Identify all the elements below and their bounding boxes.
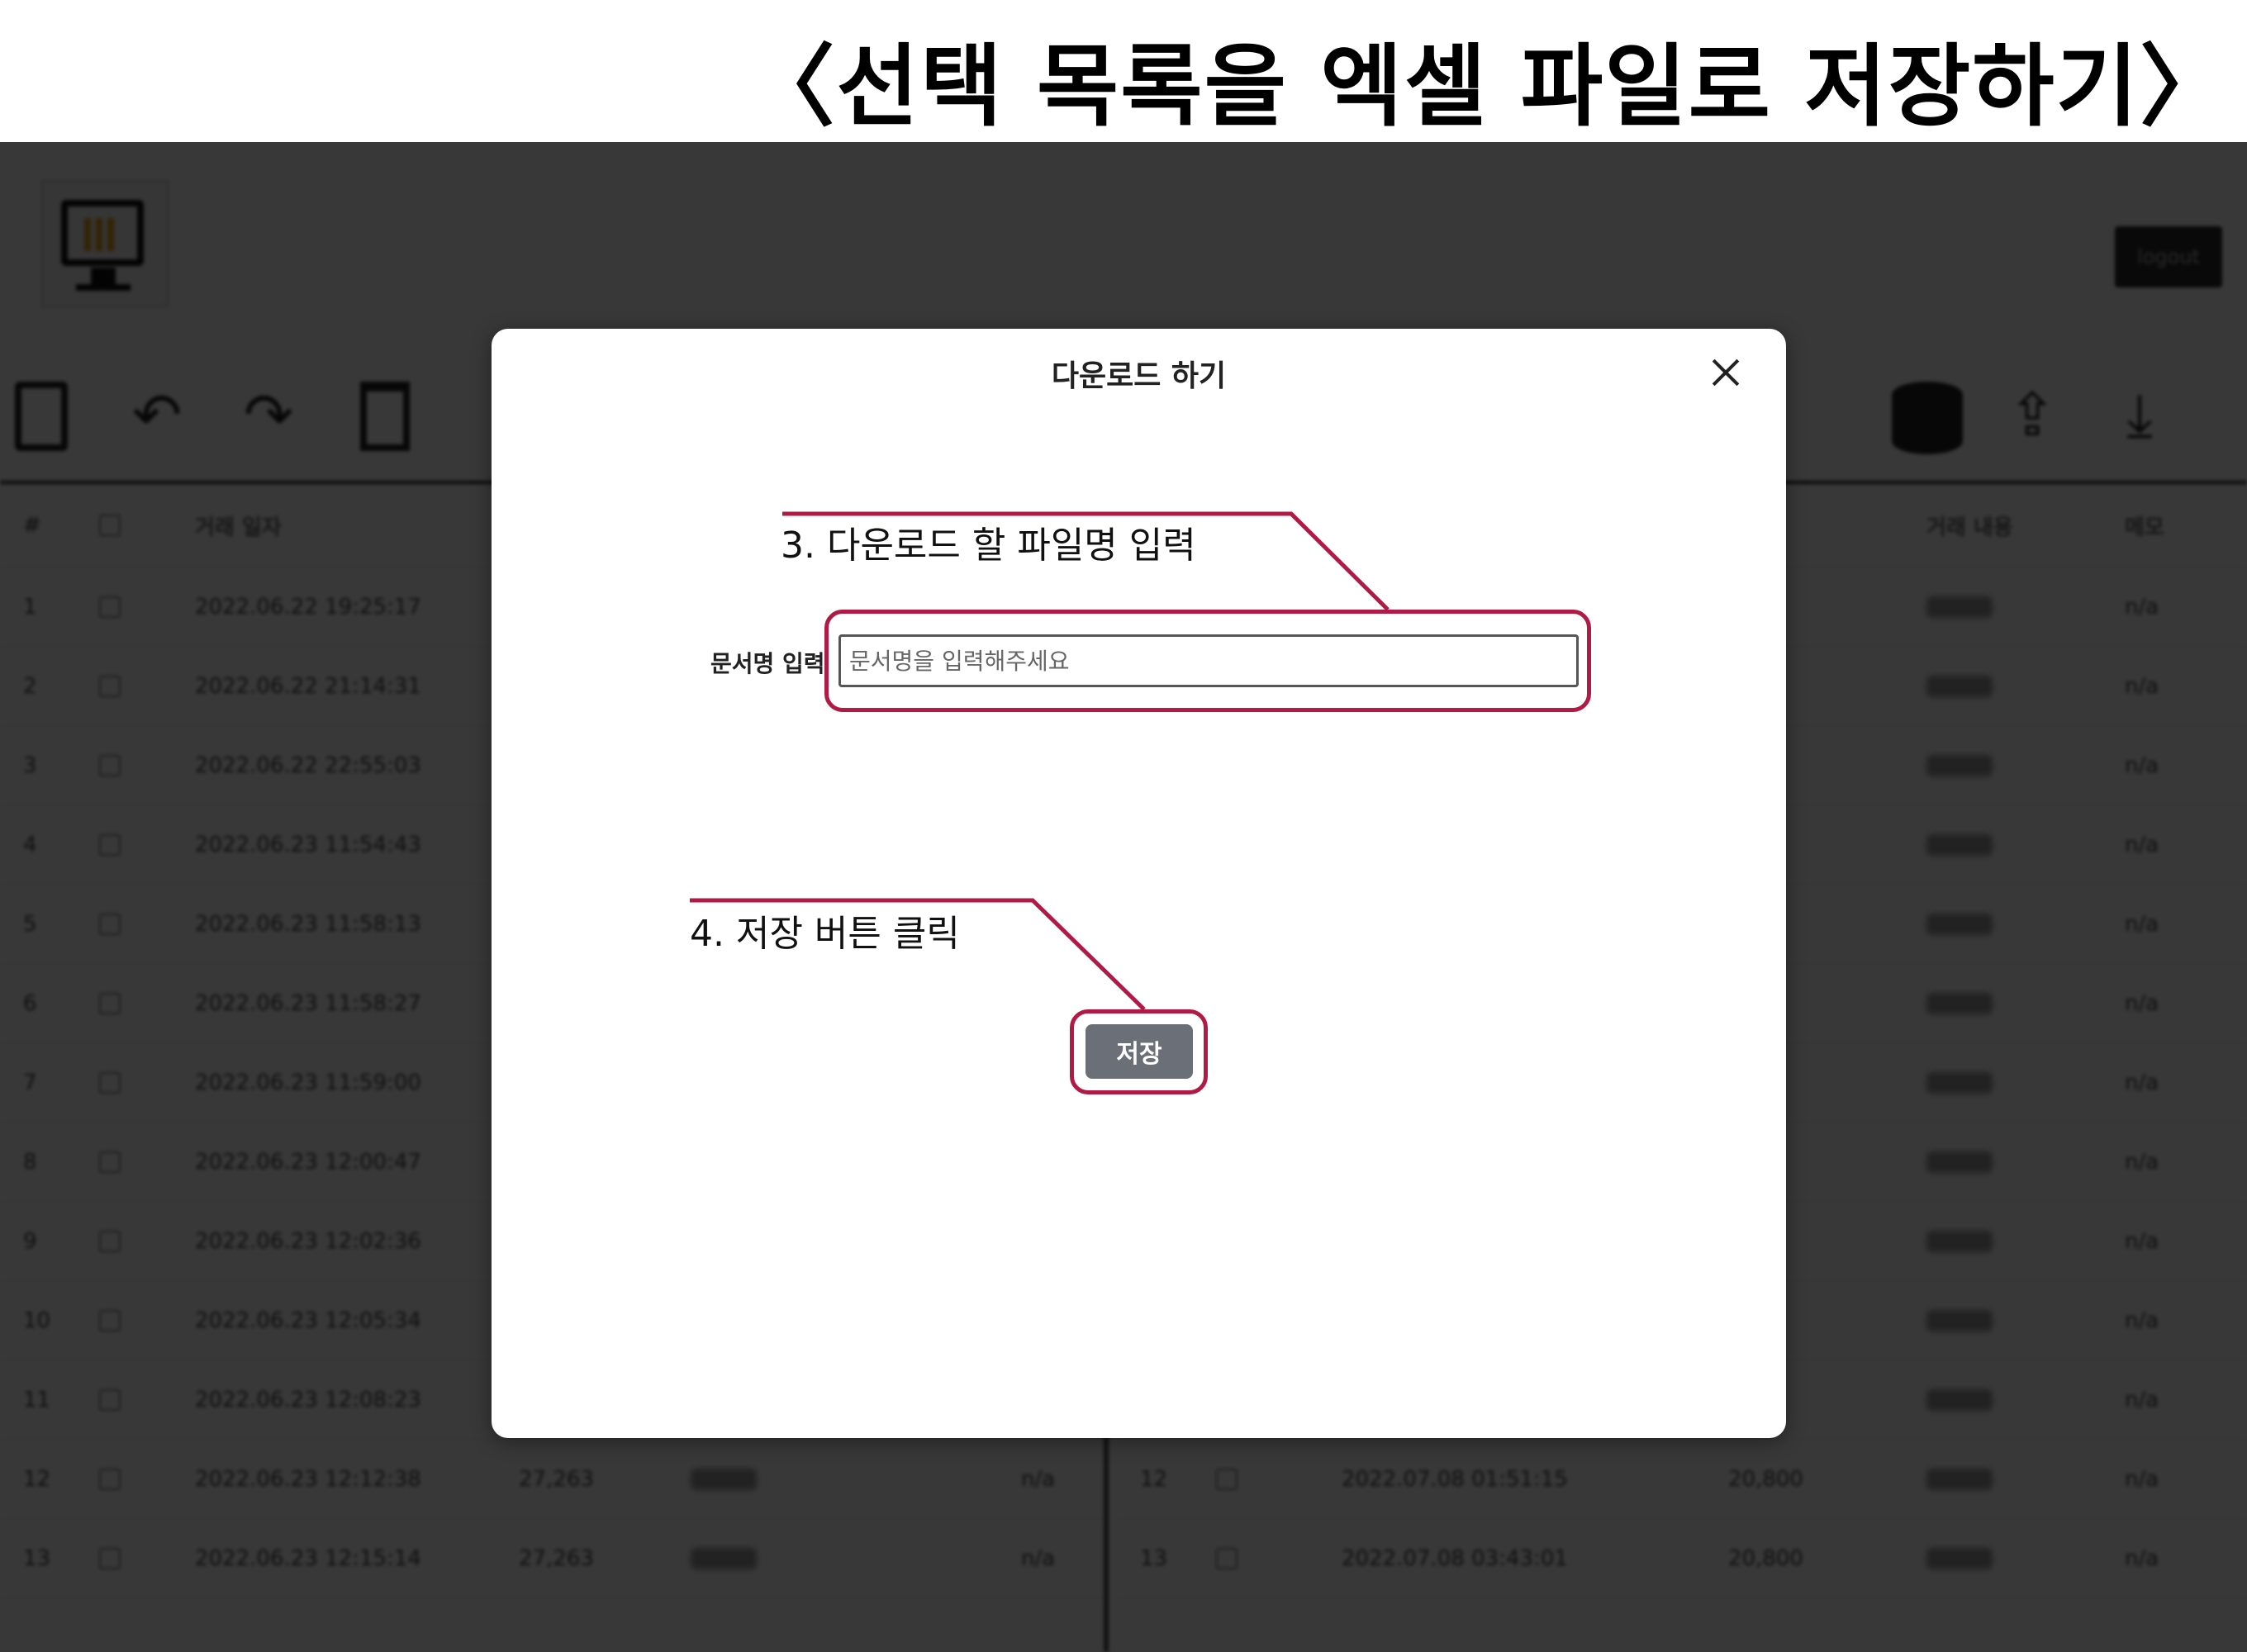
annotation-step3: 3. 다운로드 할 파일명 입력: [781, 525, 1196, 567]
download-modal: 다운로드 하기 문서명 입력 저장 3. 다운로드 할 파일명 입력 4. 저장…: [492, 329, 1786, 1438]
annotation-step4: 4. 저장 버튼 클릭: [690, 913, 960, 955]
instruction-banner: 〈선택 목록을 엑셀 파일로 저장하기〉: [0, 0, 2247, 142]
annotation-leader-lines: [690, 511, 1390, 1011]
annotation-save-highlight: [1070, 1009, 1208, 1094]
banner-title: 〈선택 목록을 엑셀 파일로 저장하기〉: [745, 36, 2230, 139]
annotation-input-highlight: [824, 610, 1591, 712]
